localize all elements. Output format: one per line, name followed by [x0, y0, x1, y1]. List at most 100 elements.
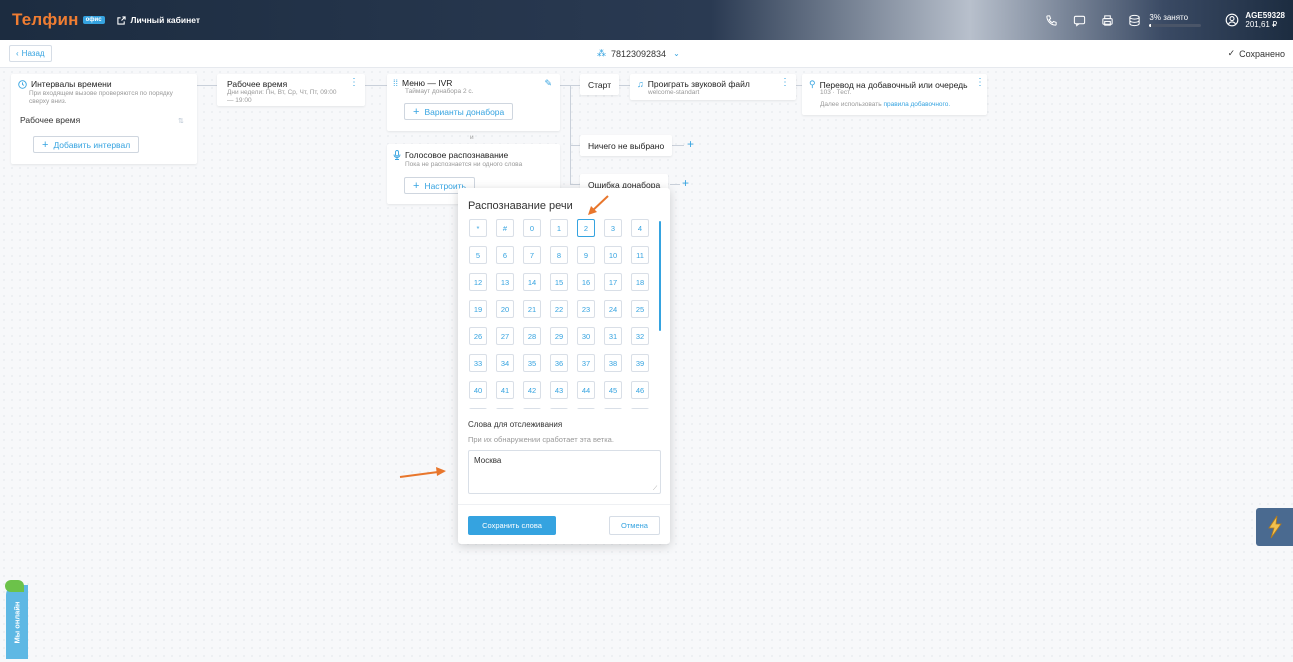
phone-number-select[interactable]: ⁂ 78123092834 ⌄	[597, 48, 680, 59]
key-option[interactable]: 3	[604, 219, 622, 237]
key-option[interactable]: 1	[550, 219, 568, 237]
key-option[interactable]: 52	[604, 408, 622, 409]
start-label: Старт	[588, 79, 612, 90]
tracked-words-input[interactable]: Москва	[468, 450, 661, 494]
key-option[interactable]: 31	[604, 327, 622, 345]
key-option[interactable]: 26	[469, 327, 487, 345]
key-option[interactable]: 18	[631, 273, 649, 291]
key-option[interactable]: 12	[469, 273, 487, 291]
transfer-note: Далее использовать	[820, 101, 882, 108]
key-option[interactable]: 47	[469, 408, 487, 409]
back-button[interactable]: ‹ Назад	[9, 45, 52, 62]
key-option[interactable]: #	[496, 219, 514, 237]
add-interval-button[interactable]: + Добавить интервал	[33, 136, 140, 153]
interval-item-worktime[interactable]: Рабочее время	[20, 115, 80, 125]
more-icon[interactable]: ⋮	[975, 78, 985, 88]
account-menu[interactable]: AGE59328 201,61 ₽	[1225, 11, 1285, 29]
key-option[interactable]: 43	[550, 381, 568, 399]
lightning-widget[interactable]	[1256, 508, 1293, 546]
key-option[interactable]: 24	[604, 300, 622, 318]
scrollbar[interactable]	[659, 221, 661, 331]
transfer-node[interactable]: ⚲ Перевод на добавочный или очередь 103 …	[802, 74, 987, 115]
key-option[interactable]: 14	[523, 273, 541, 291]
key-option[interactable]: 30	[577, 327, 595, 345]
key-option[interactable]: 53	[631, 408, 649, 409]
key-option[interactable]: 37	[577, 354, 595, 372]
key-option[interactable]: 45	[604, 381, 622, 399]
key-option[interactable]: 29	[550, 327, 568, 345]
key-option[interactable]: 25	[631, 300, 649, 318]
key-option[interactable]: 49	[523, 408, 541, 409]
intervals-node[interactable]: Интервалы времени При входящем вызове пр…	[11, 74, 197, 164]
key-option[interactable]: 35	[523, 354, 541, 372]
key-option[interactable]: 20	[496, 300, 514, 318]
key-option[interactable]: 41	[496, 381, 514, 399]
disk-usage[interactable]: 3% занято	[1128, 13, 1202, 27]
key-option[interactable]: 13	[496, 273, 514, 291]
key-option[interactable]: 44	[577, 381, 595, 399]
key-option[interactable]: 46	[631, 381, 649, 399]
key-option[interactable]: 40	[469, 381, 487, 399]
more-icon[interactable]: ⋮	[349, 78, 359, 88]
key-option[interactable]: 10	[604, 246, 622, 264]
key-option[interactable]: 15	[550, 273, 568, 291]
key-option[interactable]: 21	[523, 300, 541, 318]
chat-icon[interactable]	[1072, 13, 1086, 27]
divider	[458, 504, 670, 505]
logo[interactable]: Телфин	[12, 10, 79, 30]
fax-icon[interactable]	[1100, 13, 1114, 27]
none-selected-node[interactable]: Ничего не выбрано	[580, 135, 673, 156]
key-option[interactable]: 9	[577, 246, 595, 264]
key-option[interactable]: 48	[496, 408, 514, 409]
more-icon[interactable]: ⋮	[780, 78, 790, 88]
key-option[interactable]: *	[469, 219, 487, 237]
connector-line	[365, 85, 387, 86]
dial-options-button[interactable]: + Варианты донабора	[404, 103, 514, 120]
start-node[interactable]: Старт	[580, 74, 620, 95]
key-option[interactable]: 8	[550, 246, 568, 264]
ivr-menu-node[interactable]: ⁞⁞ Меню — IVR Таймаут донабора 2 с. ✎ + …	[387, 74, 560, 131]
key-option[interactable]: 11	[631, 246, 649, 264]
key-option[interactable]: 28	[523, 327, 541, 345]
key-option[interactable]: 34	[496, 354, 514, 372]
pencil-icon[interactable]: ✎	[544, 78, 552, 89]
play-file-node[interactable]: ♫ Проиграть звуковой файл welcome-standa…	[630, 74, 796, 100]
phone-icon[interactable]	[1044, 13, 1058, 27]
key-option[interactable]: 5	[469, 246, 487, 264]
key-option[interactable]: 0	[523, 219, 541, 237]
worktime-node[interactable]: Рабочее время Дни недели: Пн, Вт, Ср, Чт…	[217, 74, 365, 106]
key-option[interactable]: 23	[577, 300, 595, 318]
resize-handle-icon[interactable]: ⟋	[653, 486, 659, 492]
key-option[interactable]: 7	[523, 246, 541, 264]
online-chat-tab[interactable]: Мы онлайн	[6, 585, 28, 659]
save-words-button[interactable]: Сохранить слова	[468, 516, 556, 535]
database-icon	[1129, 14, 1141, 26]
phone-number: 78123092834	[611, 48, 667, 59]
cancel-button[interactable]: Отмена	[609, 516, 660, 535]
personal-cabinet-link[interactable]: Личный кабинет	[116, 15, 200, 25]
key-option[interactable]: 33	[469, 354, 487, 372]
key-option[interactable]: 2	[577, 219, 595, 237]
dial-options-label: Варианты донабора	[424, 106, 505, 117]
key-option[interactable]: 51	[577, 408, 595, 409]
microphone-icon	[393, 150, 401, 160]
key-option[interactable]: 6	[496, 246, 514, 264]
key-option[interactable]: 22	[550, 300, 568, 318]
key-option[interactable]: 38	[604, 354, 622, 372]
extension-rules-link[interactable]: правила добавочного.	[883, 101, 950, 108]
key-option[interactable]: 50	[550, 408, 568, 409]
toolbar: ‹ Назад ⁂ 78123092834 ⌄ ✓ Сохранено	[0, 40, 1293, 68]
key-option[interactable]: 36	[550, 354, 568, 372]
key-option[interactable]: 4	[631, 219, 649, 237]
key-option[interactable]: 42	[523, 381, 541, 399]
key-option[interactable]: 16	[577, 273, 595, 291]
key-option[interactable]: 27	[496, 327, 514, 345]
key-option[interactable]: 17	[604, 273, 622, 291]
key-option[interactable]: 19	[469, 300, 487, 318]
drag-handle-icon[interactable]: ⇅	[178, 117, 184, 125]
key-option[interactable]: 39	[631, 354, 649, 372]
key-option[interactable]: 32	[631, 327, 649, 345]
dialog-title: Распознавание речи	[468, 200, 573, 212]
add-branch-icon[interactable]: +	[687, 138, 694, 150]
add-branch-icon[interactable]: +	[682, 177, 689, 189]
